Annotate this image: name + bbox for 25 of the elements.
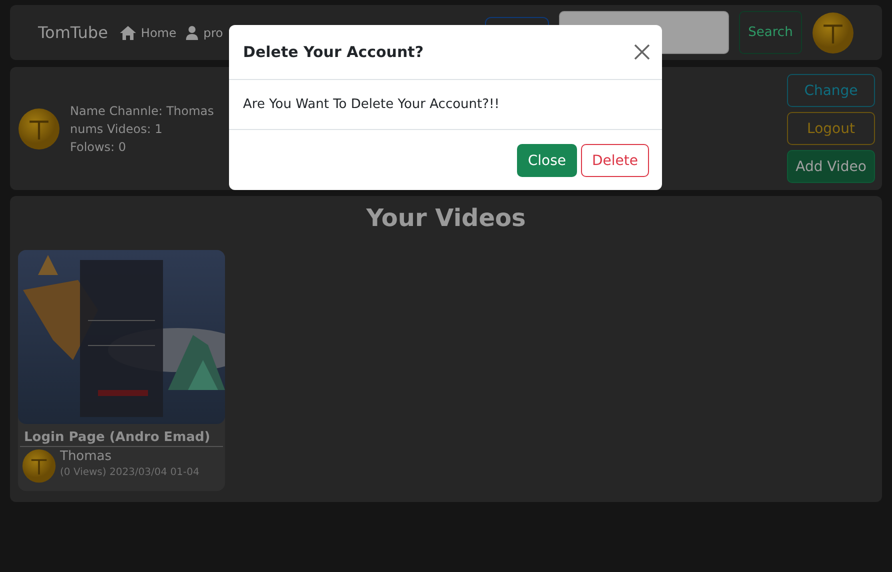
author-name: Thomas [60,449,113,464]
dialog-title: Delete Your Account? [243,43,424,61]
profile-action-button[interactable]: Change [787,74,875,107]
close-icon[interactable] [634,44,650,60]
section-title: Your Videos [365,204,527,232]
dialog-button[interactable]: Delete [581,144,649,177]
video-card[interactable]: Login Page (Andro Emad) Thomas (0 Views) 2023/03/04 01-04 [18,250,225,491]
dialog-button[interactable]: Close [516,144,577,177]
video-title: Login Page (Andro Emad) [20,424,223,447]
avatar-icon [812,12,854,54]
home-icon [120,26,136,40]
user-icon [186,26,198,40]
profile-action-button[interactable]: Add Video [787,150,875,183]
profile-info-text: Name Channle: Thomas [70,104,214,118]
nav-link[interactable]: pro [186,26,223,40]
video-meta: (0 Views) 2023/03/04 01-04 [60,467,200,478]
brand-title[interactable]: TomTube [38,23,108,42]
profile-action-button[interactable]: Logout [787,112,875,145]
search-button[interactable]: Search [739,11,802,54]
dialog-message: Are You Want To Delete Your Account?!! [243,97,500,112]
avatar-icon [22,449,56,483]
nav-link[interactable]: Home [120,26,176,40]
profile-info-text: nums Videos: 1 [70,122,162,136]
avatar-icon [18,108,60,150]
profile-info-text: Folows: 0 [70,140,126,154]
